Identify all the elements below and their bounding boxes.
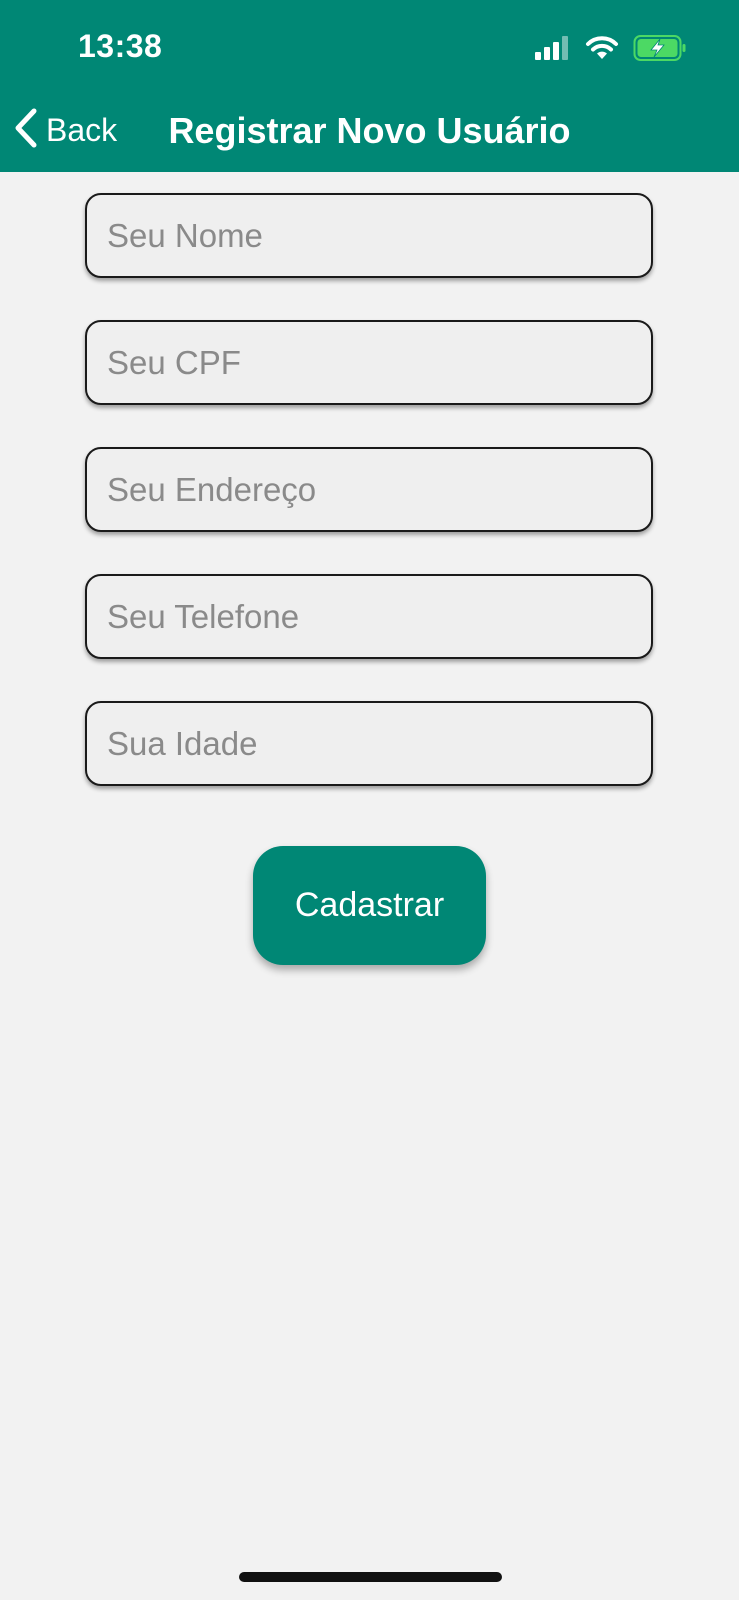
phone-input[interactable] (85, 574, 653, 659)
age-input[interactable] (85, 701, 653, 786)
screen: 13:38 Back Registrar Novo Usuário Seu No… (0, 0, 739, 1600)
register-button[interactable]: Cadastrar (253, 846, 486, 965)
wifi-icon (585, 35, 619, 66)
battery-charging-icon (633, 34, 687, 67)
signal-icon (535, 36, 571, 65)
registration-form (85, 193, 653, 828)
name-input[interactable] (85, 193, 653, 278)
app-header: 13:38 Back Registrar Novo Usuário (0, 0, 739, 172)
status-time: 13:38 (78, 28, 163, 64)
cpf-input[interactable] (85, 320, 653, 405)
address-input[interactable] (85, 447, 653, 532)
page-title: Registrar Novo Usuário (168, 110, 571, 151)
home-indicator[interactable] (239, 1572, 502, 1582)
status-icons (535, 34, 687, 67)
